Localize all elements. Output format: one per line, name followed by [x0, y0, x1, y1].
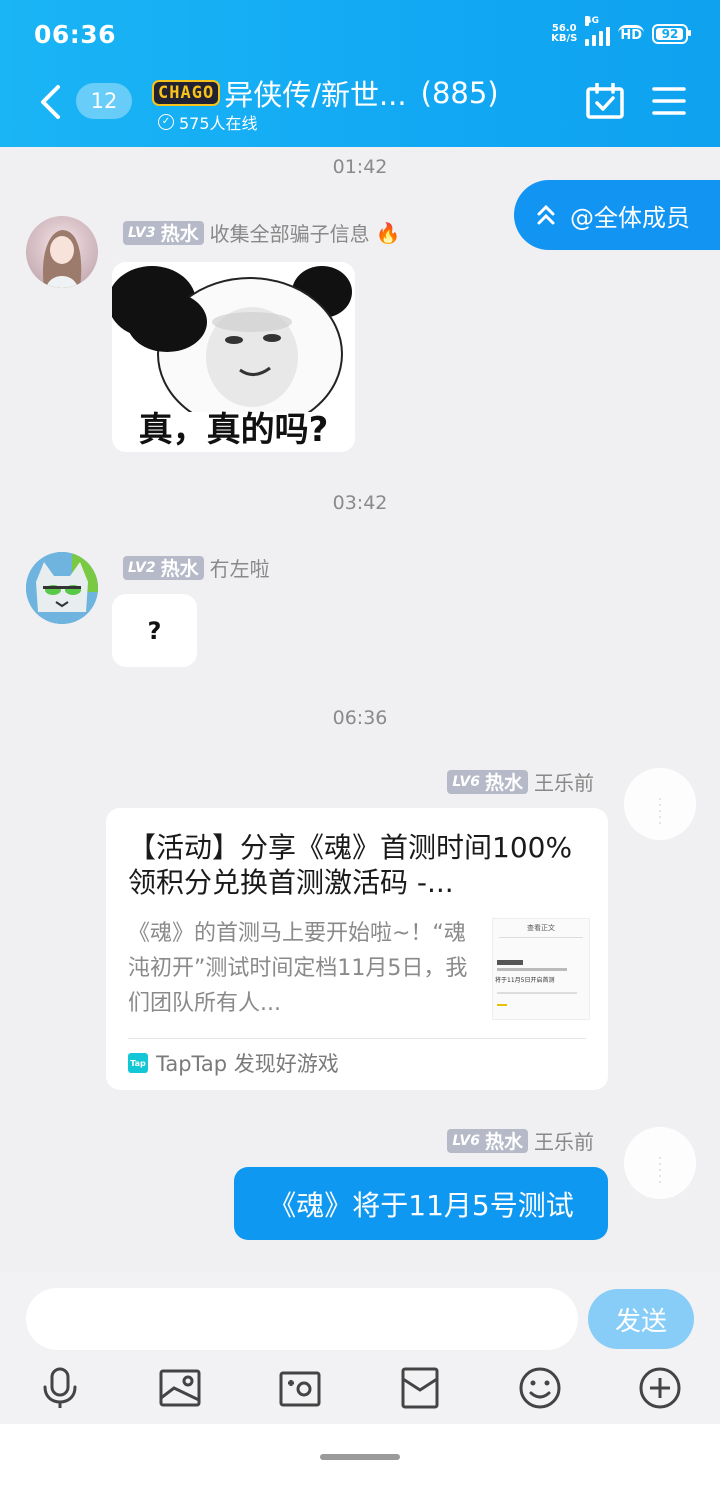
- sender-name[interactable]: 冇左啦: [210, 553, 270, 582]
- avatar[interactable]: [624, 768, 696, 840]
- image-icon[interactable]: [158, 1366, 202, 1410]
- emoji-icon[interactable]: [518, 1366, 562, 1410]
- level-badge: LV6 热水: [447, 769, 528, 794]
- system-nav-bar: [0, 1424, 720, 1488]
- calendar-check-icon[interactable]: [586, 83, 624, 119]
- menu-icon[interactable]: [652, 86, 686, 116]
- online-status: ✓ 575人在线: [158, 110, 258, 134]
- timestamp: 01:42: [332, 156, 388, 178]
- link-description: 《魂》的首测马上要开始啦~！“魂沌初开”测试时间定档11月5日，我们团队所有人.…: [128, 921, 468, 1016]
- camera-icon[interactable]: [278, 1366, 322, 1410]
- timestamp: 06:36: [332, 707, 388, 729]
- level-badge: LV3 热水: [123, 220, 204, 245]
- sticker-caption: 真，真的吗?: [138, 410, 329, 450]
- at-all-members-button[interactable]: @全体成员: [514, 180, 720, 250]
- top-bar: 06:36 56.0 KB/S 4G HD 92 12 CHAGO 异侠传/新世…: [0, 0, 720, 147]
- chago-logo: CHAGO: [152, 80, 221, 106]
- microphone-icon[interactable]: [38, 1366, 82, 1410]
- avatar[interactable]: [26, 216, 98, 288]
- back-arrow-icon[interactable]: [36, 84, 66, 120]
- sender-name[interactable]: 王乐前: [534, 767, 594, 796]
- send-button[interactable]: 发送: [588, 1289, 694, 1349]
- timestamp: 03:42: [332, 492, 388, 514]
- network-speed: 56.0 KB/S: [551, 23, 578, 44]
- battery-icon: 92: [652, 24, 691, 44]
- signal-icon: 4G: [585, 16, 611, 46]
- source-label: TapTap 发现好游戏: [156, 1052, 339, 1076]
- hd-icon: HD: [618, 25, 644, 43]
- unread-count-badge[interactable]: 12: [76, 83, 132, 119]
- input-panel: 发送: [0, 1272, 720, 1424]
- link-source: Tap TapTap 发现好游戏: [128, 1048, 339, 1078]
- link-title: 【活动】分享《魂》首测时间100%领积分兑换首测激活码 -...: [128, 831, 573, 899]
- member-count: (885): [420, 76, 499, 110]
- message-bubble-outgoing[interactable]: 《魂》将于11月5号测试: [234, 1167, 608, 1240]
- shared-link-card[interactable]: 【活动】分享《魂》首测时间100%领积分兑换首测激活码 -... 《魂》的首测马…: [106, 808, 608, 1090]
- sender-info: LV2 热水 冇左啦: [123, 553, 270, 582]
- divider: [128, 1038, 586, 1039]
- at-all-label: @全体成员: [570, 203, 690, 232]
- double-chevron-up-icon: [536, 203, 556, 227]
- status-icons: 56.0 KB/S 4G HD 92: [551, 16, 691, 46]
- home-gesture-handle[interactable]: [320, 1454, 400, 1460]
- sender-info: LV6 热水 王乐前: [447, 1126, 594, 1155]
- sender-name[interactable]: 王乐前: [534, 1126, 594, 1155]
- link-thumbnail: 查看正文 将于11月5日开启首测: [492, 918, 590, 1020]
- taptap-logo-icon: Tap: [128, 1053, 148, 1073]
- message-bubble[interactable]: ?: [112, 594, 197, 667]
- plus-icon[interactable]: [638, 1366, 682, 1410]
- group-name: 异侠传/新世...: [224, 78, 407, 112]
- sender-name[interactable]: 收集全部骗子信息: [210, 218, 370, 247]
- group-title[interactable]: CHAGO 异侠传/新世... (885): [152, 72, 572, 114]
- avatar[interactable]: [624, 1127, 696, 1199]
- message-input[interactable]: [26, 1288, 578, 1350]
- red-packet-icon[interactable]: [398, 1366, 442, 1410]
- sender-info: LV3 热水 收集全部骗子信息 🔥: [123, 218, 401, 247]
- level-badge: LV2 热水: [123, 555, 204, 580]
- avatar[interactable]: [26, 552, 98, 624]
- check-circle-icon: ✓: [158, 114, 174, 130]
- sticker-image[interactable]: 真，真的吗?: [112, 262, 355, 452]
- panda-meme-image: [112, 262, 355, 431]
- sender-info: LV6 热水 王乐前: [447, 767, 594, 796]
- status-time: 06:36: [34, 20, 117, 49]
- level-badge: LV6 热水: [447, 1128, 528, 1153]
- fire-icon: 🔥: [375, 220, 401, 245]
